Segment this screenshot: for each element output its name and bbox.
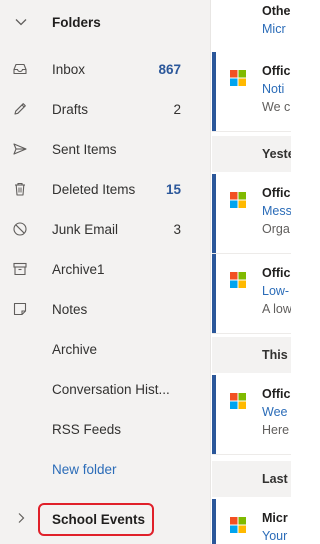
folder-item-rss-feeds[interactable]: RSS Feeds (0, 409, 211, 449)
new-folder-link[interactable]: New folder (0, 449, 211, 489)
folder-item-junk-email[interactable]: Junk Email 3 (0, 209, 211, 249)
folder-label: Drafts (52, 101, 89, 117)
folder-label: Sent Items (52, 141, 117, 157)
group-title: Yeste (262, 147, 291, 161)
folder-item-conversation-history[interactable]: Conversation Hist... (0, 369, 211, 409)
folder-label: Archive (52, 341, 98, 357)
folders-header[interactable]: Folders (0, 2, 211, 42)
message-sender: Offic (262, 266, 291, 280)
folder-label: Junk Email (52, 221, 119, 237)
unread-indicator (212, 52, 216, 131)
item-count: 2 (173, 101, 181, 117)
message-subject: Your (262, 529, 288, 543)
message-preview: We c (262, 100, 291, 114)
date-group-header[interactable]: This (212, 337, 291, 373)
message-list: Othe Micr Offic Noti We c Yeste Offic Me… (212, 0, 291, 544)
folders-title: Folders (52, 14, 101, 30)
folder-label: Deleted Items (52, 181, 136, 197)
group-title: Last (262, 472, 288, 486)
chevron-right-icon[interactable] (14, 511, 28, 525)
folder-item-inbox[interactable]: Inbox 867 (0, 49, 211, 89)
folder-item-archive[interactable]: Archive (0, 329, 211, 369)
trash-icon (15, 182, 25, 196)
archive-icon (13, 262, 27, 276)
folder-label: School Events (52, 511, 146, 527)
message-preview: Here (262, 423, 290, 437)
folder-item-sent-items[interactable]: Sent Items (0, 129, 211, 169)
message-subject: Noti (262, 82, 285, 96)
inbox-icon (13, 63, 27, 75)
microsoft-logo-icon (230, 393, 246, 409)
folder-item-school-events[interactable]: School Events (0, 499, 211, 539)
message-item[interactable]: Offic Mess Orga (212, 174, 291, 254)
unread-indicator (212, 499, 216, 544)
message-item[interactable]: Offic Noti We c (212, 52, 291, 132)
item-count: 3 (173, 221, 181, 237)
message-item[interactable]: Micr Your (212, 499, 291, 544)
folder-label: Notes (52, 301, 88, 317)
message-sender: Offic (262, 186, 291, 200)
message-subject: Low- (262, 284, 290, 298)
microsoft-logo-icon (230, 70, 246, 86)
microsoft-logo-icon (230, 192, 246, 208)
folder-item-deleted-items[interactable]: Deleted Items 15 (0, 169, 211, 209)
folder-label: Conversation Hist... (52, 381, 170, 397)
message-preview: A low (262, 302, 291, 316)
folder-label: Archive1 (52, 261, 105, 277)
chevron-down-icon[interactable] (14, 15, 28, 29)
note-icon (13, 302, 27, 316)
folder-pane: Folders Inbox 867 Drafts 2 Sent Items De… (0, 0, 211, 544)
unread-count: 867 (158, 61, 181, 77)
message-subject: Micr (262, 22, 286, 36)
date-group-header[interactable]: Last (212, 461, 291, 497)
unread-indicator (212, 174, 216, 253)
new-folder-label: New folder (52, 461, 117, 477)
folder-item-archive1[interactable]: Archive1 (0, 249, 211, 289)
message-sender: Micr (262, 511, 288, 525)
message-sender: Offic (262, 64, 291, 78)
message-item-top[interactable]: Othe Micr (212, 0, 291, 42)
folder-label: Inbox (52, 61, 86, 77)
microsoft-logo-icon (230, 517, 246, 533)
message-sender: Othe (262, 4, 291, 18)
group-title: This (262, 348, 288, 362)
block-icon (13, 222, 27, 236)
unread-count: 15 (165, 181, 181, 197)
send-icon (13, 143, 27, 155)
unread-indicator (212, 254, 216, 333)
date-group-header[interactable]: Yeste (212, 136, 291, 172)
message-item[interactable]: Offic Low- A low (212, 254, 291, 334)
message-subject: Wee (262, 405, 288, 419)
message-item[interactable]: Offic Wee Here (212, 375, 291, 455)
message-subject: Mess (262, 204, 291, 218)
message-sender: Offic (262, 387, 291, 401)
microsoft-logo-icon (230, 272, 246, 288)
pencil-icon (14, 103, 26, 115)
folder-item-drafts[interactable]: Drafts 2 (0, 89, 211, 129)
folder-item-notes[interactable]: Notes (0, 289, 211, 329)
unread-indicator (212, 375, 216, 454)
folder-label: RSS Feeds (52, 421, 122, 437)
message-preview: Orga (262, 222, 290, 236)
